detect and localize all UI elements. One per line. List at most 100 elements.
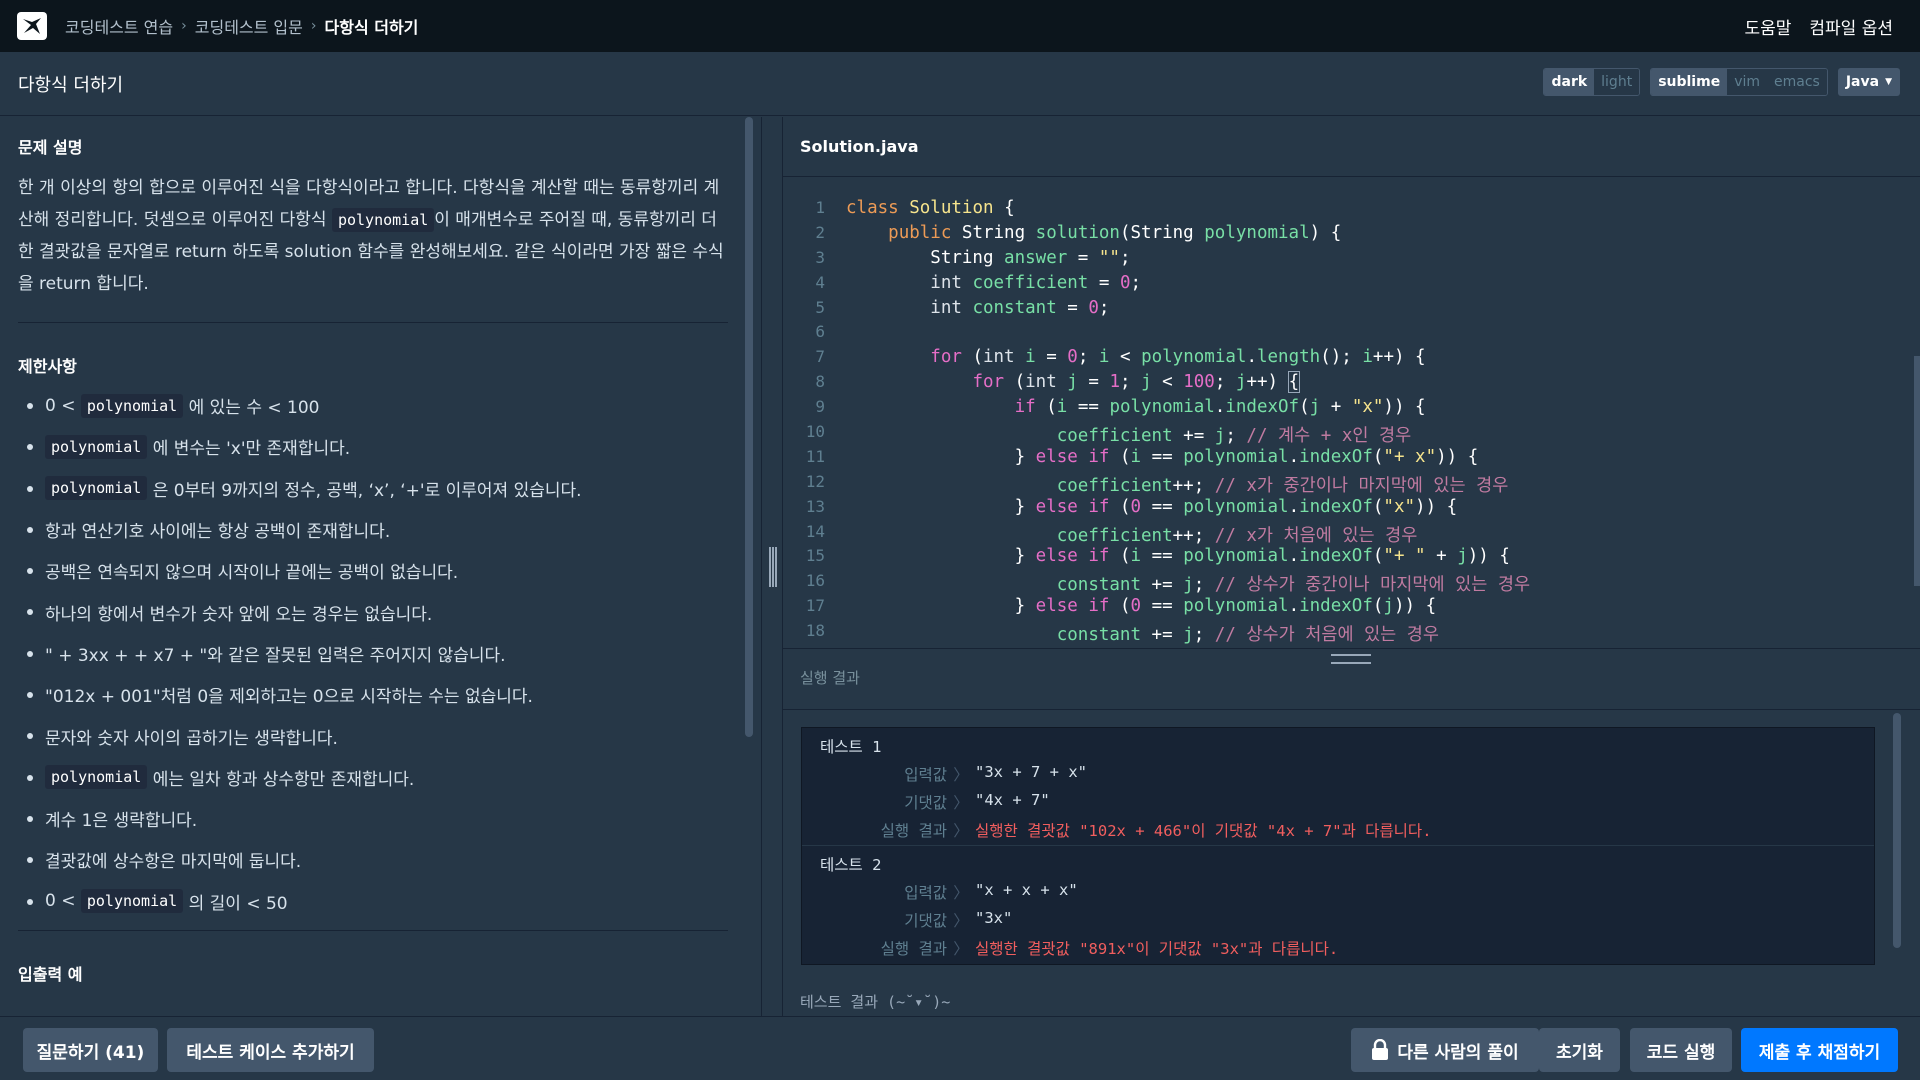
- language-select[interactable]: Java ▼: [1837, 68, 1900, 96]
- constraint-text: 의 길이 < 50: [183, 893, 288, 914]
- result-value: 실행한 결괏값 "891x"이 기댓값 "3x"과 다릅니다.: [975, 940, 1339, 958]
- line-number: 6: [815, 322, 825, 342]
- test-case-name: 테스트 1: [820, 738, 882, 756]
- input-value: "x + x + x": [975, 881, 1078, 899]
- constraint-text: 0 <: [45, 891, 81, 912]
- code-lines: 1 class Solution { 2 public String soluti…: [783, 198, 1530, 646]
- line-number: 18: [805, 621, 825, 641]
- constraint-text: 은 0부터 9까지의 정수, 공백, ‘x’, ‘+'로 이루어져 있습니다.: [147, 480, 582, 501]
- expected-value: "4x + 7": [975, 791, 1050, 809]
- line-number: 5: [815, 297, 825, 317]
- ask-question-button[interactable]: 질문하기 (41): [23, 1028, 158, 1072]
- page-title: 다항식 더하기: [18, 74, 124, 96]
- constraint-item: 0 < polynomial 의 길이 < 50: [0, 881, 728, 922]
- horizontal-splitter-grip-icon[interactable]: [1331, 654, 1371, 664]
- constraint-text: "012x + 001"처럼 0을 제외하고는 0으로 시작하는 수는 없습니다…: [45, 687, 533, 708]
- code-polynomial: polynomial: [45, 765, 148, 790]
- constraint-text: 에 변수는 'x'만 존재합니다.: [147, 439, 351, 460]
- constraint-item: 계수 1은 생략합니다.: [0, 798, 728, 839]
- left-scrollbar[interactable]: [745, 117, 753, 737]
- others-solution-button[interactable]: 다른 사람의 풀이: [1351, 1028, 1539, 1072]
- divider: [18, 929, 728, 931]
- constraint-text: " + 3xx + + x7 + "와 같은 잘못된 입력은 주어지지 않습니다…: [45, 645, 506, 666]
- constraint-item: 공백은 연속되지 않으며 시작이나 끝에는 공백이 없습니다.: [0, 550, 728, 591]
- run-code-button[interactable]: 코드 실행: [1630, 1028, 1732, 1072]
- chevron-right-icon: 〉: [953, 940, 969, 958]
- test-case: 테스트 1 입력값 〉 "3x + 7 + x" 기댓값 〉 "4x + 7" 실행 결…: [802, 728, 1874, 846]
- constraint-item: polynomial 에 변수는 'x'만 존재합니다.: [0, 426, 728, 467]
- line-number: 16: [805, 571, 825, 591]
- code-polynomial: polynomial: [45, 476, 148, 501]
- input-label: 입력값: [904, 884, 947, 902]
- result-label: 실행 결과: [880, 940, 947, 958]
- constraint-item: 0 < polynomial 에 있는 수 < 100: [0, 385, 728, 426]
- theme-light-button[interactable]: light: [1594, 69, 1640, 95]
- constraints-list: 0 < polynomial 에 있는 수 < 100 polynomial 에 …: [0, 385, 728, 922]
- lock-icon: [1372, 1039, 1389, 1060]
- theme-toggle: dark light: [1543, 68, 1641, 96]
- test-case-name: 테스트 2: [820, 856, 882, 874]
- constraint-item: polynomial 에는 일차 항과 상수항만 존재합니다.: [0, 757, 728, 798]
- description-title: 문제 설명: [18, 138, 83, 157]
- keymap-emacs-button[interactable]: emacs: [1767, 69, 1827, 95]
- line-number: 3: [815, 247, 825, 267]
- constraint-text: 에는 일차 항과 상수항만 존재합니다.: [147, 769, 415, 790]
- chevron-right-icon: 〉: [953, 912, 969, 930]
- divider: [18, 322, 728, 323]
- breadcrumb-item-practice[interactable]: 코딩테스트 연습: [65, 14, 173, 38]
- results-scrollbar[interactable]: [1893, 713, 1901, 948]
- add-testcase-button[interactable]: 테스트 케이스 추가하기: [167, 1028, 374, 1072]
- breadcrumb-item-intro[interactable]: 코딩테스트 입문: [195, 14, 303, 38]
- panel-splitter[interactable]: [761, 117, 783, 1017]
- theme-dark-button[interactable]: dark: [1544, 69, 1595, 95]
- help-link[interactable]: 도움말: [1744, 14, 1791, 39]
- constraint-item: "012x + 001"처럼 0을 제외하고는 0으로 시작하는 수는 없습니다…: [0, 674, 728, 715]
- divider: [783, 648, 1920, 649]
- constraint-text: 결괏값에 상수항은 마지막에 둡니다.: [45, 852, 302, 873]
- vertical-splitter-grip-icon[interactable]: [769, 547, 777, 587]
- code-polynomial: polynomial: [45, 434, 148, 459]
- chevron-right-icon: 〉: [953, 822, 969, 840]
- io-example-title: 입출력 예: [18, 964, 83, 984]
- line-number: 12: [805, 471, 825, 491]
- chevron-right-icon: ›: [310, 18, 317, 34]
- bottom-action-bar: 질문하기 (41) 테스트 케이스 추가하기 다른 사람의 풀이 초기화 코드 …: [0, 1016, 1920, 1080]
- constraints-title: 제한사항: [18, 357, 77, 376]
- input-label: 입력값: [904, 766, 947, 784]
- compile-options-link[interactable]: 컴파일 옵션: [1809, 14, 1893, 39]
- line-number: 11: [805, 446, 825, 466]
- constraint-text: 0 <: [45, 395, 81, 416]
- keymap-vim-button[interactable]: vim: [1727, 69, 1768, 95]
- constraint-text: 항과 연산기호 사이에는 항상 공백이 존재합니다.: [45, 522, 391, 543]
- expected-value: "3x": [975, 909, 1013, 927]
- expected-label: 기댓값: [904, 794, 947, 812]
- editor-toggles: dark light sublime vim emacs Java ▼: [1543, 68, 1900, 96]
- chevron-right-icon: 〉: [953, 766, 969, 784]
- submit-button[interactable]: 제출 후 채점하기: [1741, 1028, 1898, 1072]
- line-number: 8: [815, 372, 825, 392]
- chevron-right-icon: ›: [181, 18, 187, 34]
- reset-button[interactable]: 초기화: [1539, 1028, 1620, 1072]
- test-case: 테스트 2 입력값 〉 "x + x + x" 기댓값 〉 "3x" 실행 결과 〉 실행한…: [802, 846, 1874, 964]
- keymap-toggle: sublime vim emacs: [1650, 68, 1828, 96]
- editor-scrollbar[interactable]: [1914, 356, 1920, 586]
- keymap-sublime-button[interactable]: sublime: [1651, 69, 1728, 95]
- line-number: 10: [805, 422, 825, 442]
- constraint-item: 항과 연산기호 사이에는 항상 공백이 존재합니다.: [0, 509, 728, 550]
- chevron-right-icon: 〉: [953, 884, 969, 902]
- results-title: 실행 결과: [800, 669, 860, 687]
- line-number: 9: [815, 397, 825, 417]
- code-polynomial: polynomial: [331, 208, 435, 232]
- constraint-item: 문자와 숫자 사이의 곱하기는 생략합니다.: [0, 715, 728, 756]
- divider: [783, 709, 1920, 710]
- constraint-text: 계수 1은 생략합니다.: [45, 811, 198, 832]
- input-value: "3x + 7 + x": [975, 763, 1087, 781]
- line-number: 15: [805, 546, 825, 566]
- programmers-logo-icon[interactable]: [17, 12, 47, 40]
- result-value: 실행한 결괏값 "102x + 466"이 기댓값 "4x + 7"과 다릅니다…: [975, 822, 1432, 840]
- code-editor[interactable]: 1 class Solution { 2 public String soluti…: [783, 178, 1920, 648]
- result-label: 실행 결과: [880, 822, 947, 840]
- line-number: 7: [815, 347, 825, 367]
- line-number: 4: [815, 272, 825, 292]
- title-bar: 다항식 더하기 dark light sublime vim emacs Jav…: [0, 52, 1920, 116]
